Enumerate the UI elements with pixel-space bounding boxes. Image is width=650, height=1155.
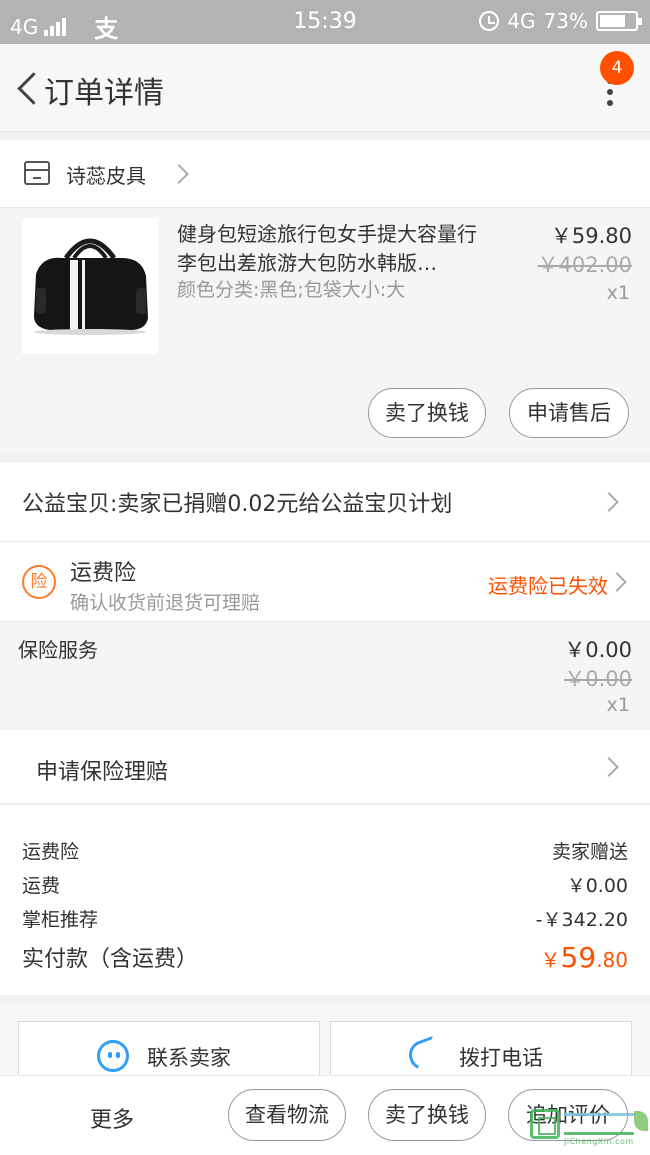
contact-seller-label: 联系卖家 — [147, 1046, 231, 1070]
order-summary: 运费险 卖家赠送 运费 ￥0.00 掌柜推荐 -￥342.20 实付款（含运费）… — [0, 805, 650, 995]
insurance-claim-label: 申请保险理赔 — [36, 760, 169, 785]
summary-label: 运费险 — [22, 841, 80, 863]
total-currency: ￥ — [540, 948, 561, 972]
watermark-url: JiChengXin.com — [564, 1137, 634, 1146]
summary-label: 掌柜推荐 — [22, 909, 99, 931]
bottom-action-bar: 更多 查看物流 卖了换钱 追加评价 JiChengXin.com — [0, 1075, 650, 1155]
shop-name: 诗蕊皮具 — [66, 164, 146, 188]
summary-row: 运费 ￥0.00 — [22, 871, 628, 898]
battery-icon — [596, 11, 642, 31]
product-spec: 颜色分类:黑色;包袋大小:大 — [177, 279, 406, 301]
product-original-price: ￥402.00 — [537, 253, 632, 277]
status-bar: 4G 支 15:39 4G 73% — [0, 0, 650, 44]
charity-row[interactable]: 公益宝贝:卖家已捐赠0.02元给公益宝贝计划 — [0, 462, 650, 542]
summary-value: -￥342.20 — [535, 909, 628, 931]
total-amount: ￥59.80 — [541, 941, 628, 974]
page-title: 订单详情 — [44, 76, 164, 111]
total-label: 实付款（含运费） — [22, 947, 199, 972]
view-logistics-button[interactable]: 查看物流 — [228, 1089, 346, 1141]
shop-icon — [24, 161, 50, 185]
back-arrow-icon[interactable] — [14, 71, 40, 105]
insurance-service-price: ￥0.00 — [564, 638, 632, 662]
status-right: 4G 73% — [479, 9, 642, 33]
summary-value: ￥0.00 — [566, 875, 628, 897]
chevron-right-icon — [599, 492, 619, 512]
sell-button[interactable]: 卖了换钱 — [368, 388, 486, 438]
summary-value: 卖家赠送 — [551, 841, 628, 863]
shipping-insurance-status: 运费险已失效 — [488, 574, 608, 598]
watermark-logo: JiChengXin.com — [530, 1107, 648, 1149]
charity-text: 公益宝贝:卖家已捐赠0.02元给公益宝贝计划 — [22, 492, 453, 517]
insurance-icon: 险 — [22, 565, 56, 599]
shipping-insurance-row[interactable]: 险 运费险 确认收货前退货可理赔 运费险已失效 — [0, 542, 650, 622]
total-integer: 59 — [560, 941, 597, 974]
battery-percent: 73% — [543, 9, 588, 33]
call-phone-button[interactable]: 拨打电话 — [330, 1021, 632, 1077]
total-decimal: .80 — [596, 948, 628, 972]
product-price: ￥59.80 — [550, 224, 632, 248]
summary-row: 掌柜推荐 -￥342.20 — [22, 905, 628, 932]
more-link[interactable]: 更多 — [90, 1102, 134, 1134]
insurance-service-item: 保险服务 ￥0.00 ￥0.00 x1 — [0, 622, 650, 728]
phone-icon — [404, 1035, 444, 1075]
network-type-right: 4G — [507, 9, 536, 33]
insurance-service-quantity: x1 — [606, 694, 630, 716]
product-title: 健身包短途旅行包女手提大容量行李包出差旅游大包防水韩版… — [177, 222, 477, 275]
chevron-right-icon — [607, 572, 627, 592]
insurance-claim-row[interactable]: 申请保险理赔 — [0, 730, 650, 804]
total-row: 实付款（含运费） ￥59.80 — [22, 941, 628, 974]
product-quantity: x1 — [606, 282, 630, 304]
contact-bar: 联系卖家 拨打电话 — [0, 1005, 650, 1077]
summary-row: 运费险 卖家赠送 — [22, 837, 628, 864]
nav-bar: 订单详情 4 — [0, 44, 650, 132]
chat-face-icon — [97, 1040, 129, 1072]
alarm-icon — [479, 11, 500, 31]
shipping-insurance-subtitle: 确认收货前退货可理赔 — [70, 592, 261, 614]
insurance-service-original-price: ￥0.00 — [564, 667, 632, 691]
insurance-service-label: 保险服务 — [18, 638, 98, 662]
after-sales-button[interactable]: 申请售后 — [509, 388, 629, 438]
chevron-right-icon — [599, 757, 619, 777]
call-phone-label: 拨打电话 — [459, 1046, 543, 1070]
summary-label: 运费 — [22, 875, 61, 897]
sell-button-bottom[interactable]: 卖了换钱 — [368, 1089, 486, 1141]
shop-row[interactable]: 诗蕊皮具 — [0, 140, 650, 208]
notification-badge: 4 — [600, 51, 634, 85]
contact-seller-button[interactable]: 联系卖家 — [18, 1021, 320, 1077]
shipping-insurance-title: 运费险 — [70, 561, 137, 586]
product-image — [22, 218, 158, 354]
product-item[interactable]: 健身包短途旅行包女手提大容量行李包出差旅游大包防水韩版… 颜色分类:黑色;包袋大… — [0, 208, 650, 453]
chevron-right-icon — [169, 164, 189, 184]
